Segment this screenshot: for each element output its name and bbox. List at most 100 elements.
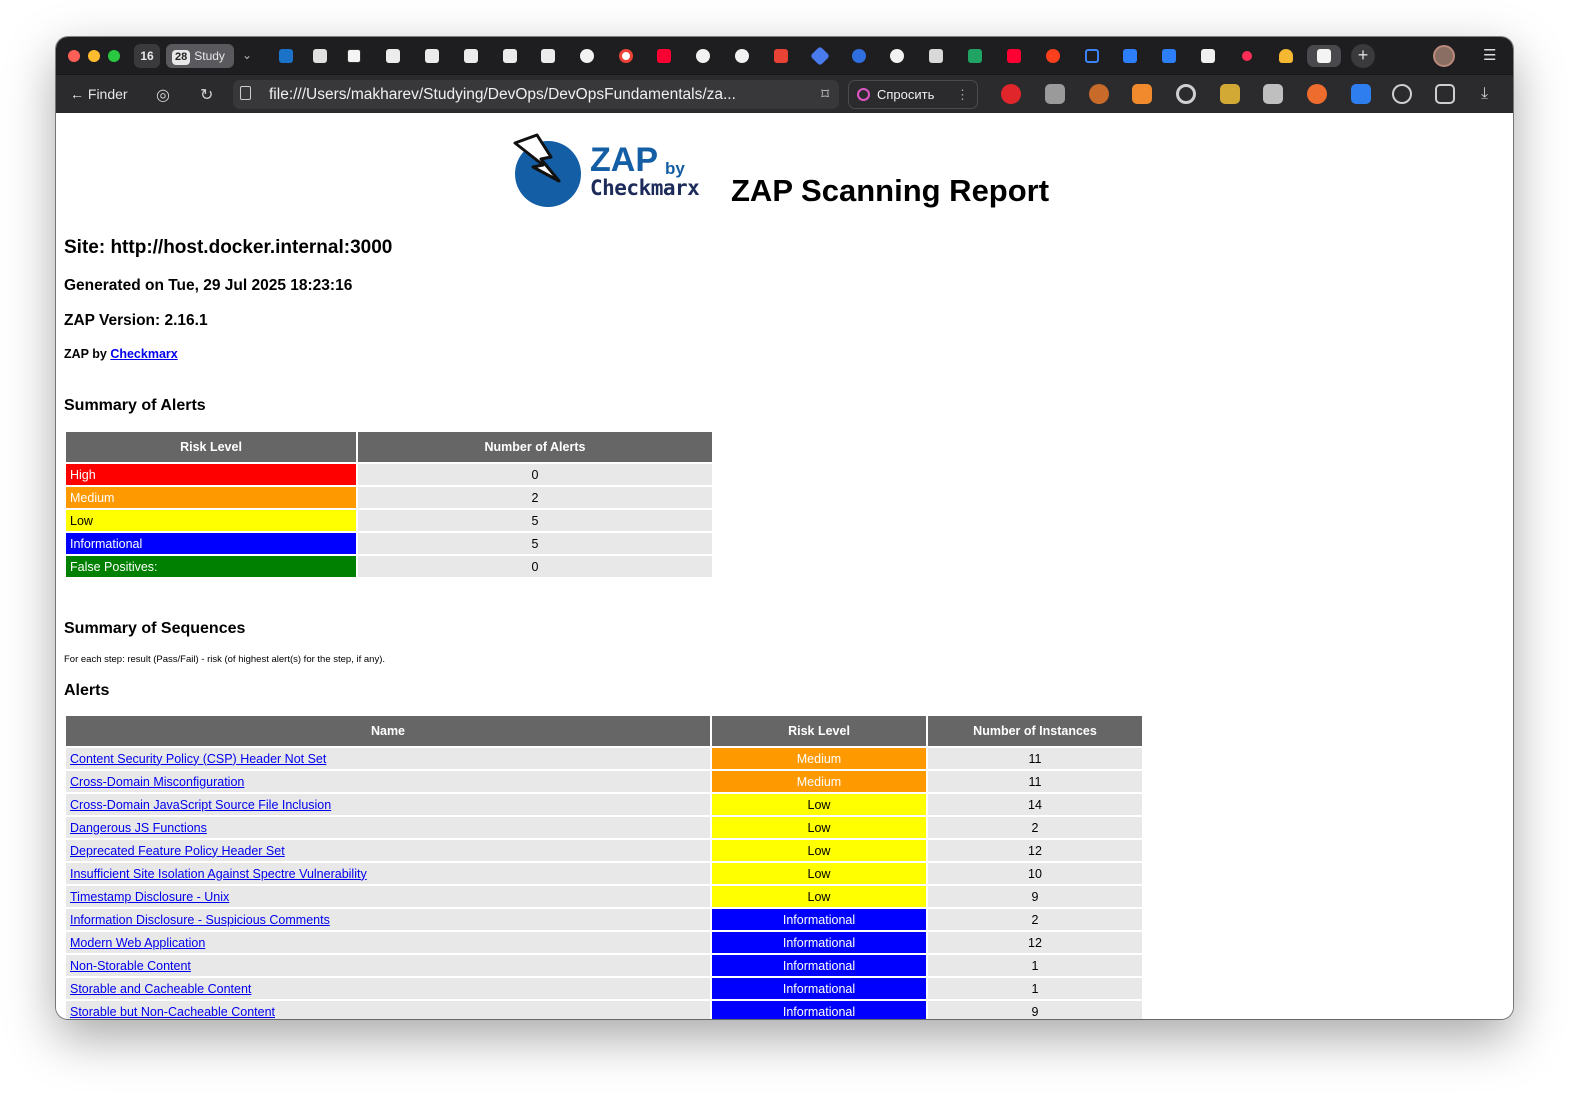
pinned-tab-archive[interactable]	[925, 45, 947, 67]
site-heading: Site: http://host.docker.internal:3000	[64, 237, 393, 258]
pinned-tab-book[interactable]	[309, 45, 331, 67]
pinned-tab-google[interactable]	[615, 45, 637, 67]
instances-cell: 10	[928, 863, 1142, 884]
avatar[interactable]	[1433, 45, 1455, 67]
image-extension-icon[interactable]	[1263, 84, 1283, 104]
reload-icon[interactable]: ↻	[200, 85, 213, 105]
minimize-window-button[interactable]	[88, 50, 100, 62]
pinned-tab-translate[interactable]	[848, 45, 870, 67]
table-row: Medium 2	[66, 487, 712, 508]
alert-link[interactable]: Insufficient Site Isolation Against Spec…	[70, 867, 367, 881]
reader-icon[interactable]: ◎	[156, 85, 170, 105]
pinned-tab-gemini[interactable]	[809, 45, 831, 67]
tab-group-study[interactable]: 28 Study	[166, 44, 234, 68]
play-icon[interactable]	[1392, 84, 1412, 104]
pinned-tab-code[interactable]	[1081, 45, 1103, 67]
alert-link[interactable]: Dangerous JS Functions	[70, 821, 207, 835]
tiger-extension-icon[interactable]	[1307, 84, 1327, 104]
alert-link[interactable]: Timestamp Disclosure - Unix	[70, 890, 229, 904]
download-icon[interactable]: ⤓	[1481, 85, 1488, 103]
checkmarx-link[interactable]: Checkmarx	[110, 347, 177, 361]
risk-level-cell: Informational	[712, 978, 926, 999]
alert-link[interactable]: Information Disclosure - Suspicious Comm…	[70, 913, 330, 927]
github-icon	[696, 49, 710, 63]
alert-count-cell: 5	[358, 510, 712, 531]
generated-date: Generated on Tue, 29 Jul 2025 18:23:16	[64, 277, 353, 294]
pinned-tab-outlook[interactable]	[275, 45, 297, 67]
pinned-tab-github-2[interactable]	[692, 45, 714, 67]
new-tab-button[interactable]: +	[1351, 44, 1375, 68]
risk-level-cell: Informational	[712, 955, 926, 976]
zoom-window-button[interactable]	[108, 50, 120, 62]
alert-link[interactable]: Deprecated Feature Policy Header Set	[70, 844, 285, 858]
chevron-down-icon[interactable]: ⌄	[242, 48, 252, 62]
back-label: Finder	[87, 86, 128, 102]
table-header-row: Name Risk Level Number of Instances	[66, 716, 1142, 746]
back-button[interactable]: ← Finder	[70, 86, 128, 102]
pinned-tab-doc-3[interactable]	[460, 45, 482, 67]
table-row: Modern Web Application Informational 12	[66, 932, 1142, 953]
sequences-heading: Summary of Sequences	[64, 620, 246, 637]
more-options-icon[interactable]: ⋮	[956, 81, 969, 108]
ask-button[interactable]: Спросить ⋮	[848, 80, 978, 109]
target-icon[interactable]	[1176, 84, 1196, 104]
cookie-icon[interactable]	[1089, 84, 1109, 104]
pinned-tab-doc-5[interactable]	[537, 45, 559, 67]
risk-level-cell: Informational	[66, 533, 356, 554]
ask-label: Спросить	[877, 87, 935, 102]
alert-count-cell: 5	[358, 533, 712, 554]
pinned-tab-sheets[interactable]	[964, 45, 986, 67]
pinned-tab-doc-4[interactable]	[499, 45, 521, 67]
document-icon	[386, 49, 400, 63]
pinned-tab-app-1[interactable]	[1119, 45, 1141, 67]
gmail-icon	[774, 49, 788, 63]
close-window-button[interactable]	[68, 50, 80, 62]
alert-link[interactable]: Cross-Domain JavaScript Source File Incl…	[70, 798, 331, 812]
instances-cell: 11	[928, 771, 1142, 792]
address-bar[interactable]: file:///Users/makharev/Studying/DevOps/D…	[233, 80, 839, 109]
pinned-tab-doc-2[interactable]	[421, 45, 443, 67]
alert-link[interactable]: Storable but Non-Cacheable Content	[70, 1005, 275, 1019]
pinned-tab-yandex[interactable]	[1042, 45, 1064, 67]
alert-link[interactable]: Modern Web Application	[70, 936, 205, 950]
pinned-tab-github-3[interactable]	[731, 45, 753, 67]
instances-cell: 14	[928, 794, 1142, 815]
alert-name-cell: Non-Storable Content	[66, 955, 710, 976]
pinned-tab-app-2[interactable]	[1158, 45, 1180, 67]
pinned-tab-youtube-1[interactable]	[653, 45, 675, 67]
analytics-icon[interactable]	[1351, 84, 1371, 104]
url-text[interactable]: file:///Users/makharev/Studying/DevOps/D…	[269, 86, 736, 104]
pinned-tab-bell[interactable]	[1275, 45, 1297, 67]
alert-link[interactable]: Content Security Policy (CSP) Header Not…	[70, 752, 326, 766]
extensions-icon[interactable]	[1435, 84, 1455, 104]
trash-extension-icon[interactable]	[1132, 84, 1152, 104]
pinned-tab-github-1[interactable]	[576, 45, 598, 67]
pinned-tab-gmail[interactable]	[770, 45, 792, 67]
tab-count-badge[interactable]: 16	[134, 44, 160, 68]
percent-icon[interactable]	[1220, 84, 1240, 104]
pinned-tab-notion[interactable]	[343, 45, 365, 67]
instances-cell: 9	[928, 1001, 1142, 1019]
github-icon	[735, 49, 749, 63]
code-braces-icon	[1085, 49, 1099, 63]
pinned-tab-medium[interactable]	[1197, 45, 1219, 67]
document-icon	[541, 49, 555, 63]
menu-icon[interactable]: ☰	[1483, 46, 1496, 64]
logo-checkmarx-text: Checkmarx	[590, 176, 700, 200]
app-icon	[1162, 49, 1176, 63]
alert-link[interactable]: Non-Storable Content	[70, 959, 191, 973]
alert-name-cell: Information Disclosure - Suspicious Comm…	[66, 909, 710, 930]
pinned-tab-doc-1[interactable]	[382, 45, 404, 67]
table-row: Content Security Policy (CSP) Header Not…	[66, 748, 1142, 769]
z-extension-icon[interactable]	[1045, 84, 1065, 104]
pinned-tab-github-4[interactable]	[886, 45, 908, 67]
pinned-tab-youtube-2[interactable]	[1003, 45, 1025, 67]
pinned-tab-record[interactable]	[1236, 45, 1258, 67]
zap-logo: ZAP by Checkmarx	[511, 133, 721, 207]
bookmark-icon[interactable]: ⌑	[821, 85, 829, 103]
alert-link[interactable]: Cross-Domain Misconfiguration	[70, 775, 244, 789]
active-tab[interactable]	[1307, 45, 1341, 67]
adblock-icon[interactable]	[1001, 84, 1021, 104]
alert-link[interactable]: Storable and Cacheable Content	[70, 982, 251, 996]
risk-level-cell: Medium	[712, 748, 926, 769]
